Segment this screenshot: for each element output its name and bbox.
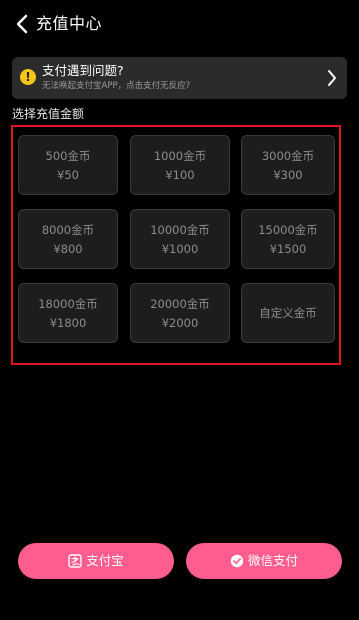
alipay-button[interactable]: 支付宝 <box>18 543 174 579</box>
custom-option-label: 自定义金币 <box>259 306 317 320</box>
option-price: ¥50 <box>57 168 79 182</box>
header: 充值中心 <box>0 0 359 48</box>
banner-subtitle: 无法唤起支付宝APP，点击支付无反应? <box>42 81 191 91</box>
banner-title: 支付遇到问题? <box>42 63 124 78</box>
option-coins: 3000金币 <box>261 149 315 163</box>
chevron-right-icon <box>328 70 336 86</box>
option-coins: 1000金币 <box>153 149 207 163</box>
option-price: ¥1000 <box>161 242 199 256</box>
amount-option[interactable]: 8000金币 ¥800 <box>18 209 118 269</box>
option-coins: 20000金币 <box>150 297 210 311</box>
wechat-pay-icon <box>230 554 244 568</box>
section-label: 选择充值金额 <box>12 107 85 121</box>
amount-option[interactable]: 20000金币 ¥2000 <box>130 283 230 343</box>
option-price: ¥100 <box>165 168 195 182</box>
back-arrow-icon[interactable] <box>14 14 32 34</box>
amount-option[interactable]: 3000金币 ¥300 <box>241 135 335 195</box>
option-price: ¥300 <box>273 168 303 182</box>
wechat-pay-button[interactable]: 微信支付 <box>186 543 342 579</box>
option-price: ¥1800 <box>49 316 87 330</box>
recharge-page: 充值中心 ! 支付遇到问题? 无法唤起支付宝APP，点击支付无反应? 选择充值金… <box>0 0 359 620</box>
option-price: ¥2000 <box>161 316 199 330</box>
alipay-icon <box>68 554 82 568</box>
alipay-label: 支付宝 <box>86 553 124 568</box>
page-title: 充值中心 <box>36 14 103 33</box>
amount-option[interactable]: 18000金币 ¥1800 <box>18 283 118 343</box>
amount-option[interactable]: 1000金币 ¥100 <box>130 135 230 195</box>
info-icon: ! <box>20 69 36 85</box>
option-coins: 15000金币 <box>258 223 318 237</box>
custom-amount-option[interactable]: 自定义金币 <box>241 283 335 343</box>
option-coins: 8000金币 <box>41 223 95 237</box>
amount-option[interactable]: 500金币 ¥50 <box>18 135 118 195</box>
amount-option[interactable]: 10000金币 ¥1000 <box>130 209 230 269</box>
option-coins: 10000金币 <box>150 223 210 237</box>
option-coins: 500金币 <box>45 149 91 163</box>
wechat-pay-label: 微信支付 <box>247 553 298 568</box>
payment-help-banner[interactable]: ! 支付遇到问题? 无法唤起支付宝APP，点击支付无反应? <box>12 57 347 99</box>
option-coins: 18000金币 <box>38 297 98 311</box>
amount-option[interactable]: 15000金币 ¥1500 <box>241 209 335 269</box>
option-price: ¥800 <box>53 242 83 256</box>
option-price: ¥1500 <box>269 242 307 256</box>
